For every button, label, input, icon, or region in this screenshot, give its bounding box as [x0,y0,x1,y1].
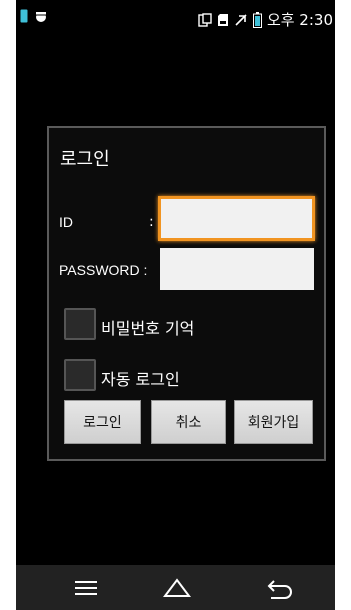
cancel-button[interactable]: 취소 [151,400,226,444]
password-label: PASSWORD : [59,262,148,278]
home-button[interactable] [157,573,197,603]
id-colon: : [149,214,154,230]
dialog-title: 로그인 [60,149,110,170]
android-debug-icon [35,12,47,22]
id-label: ID [59,214,73,230]
signup-button[interactable]: 회원가입 [234,400,313,444]
app-screen: 오후 2:30 로그인 ID : PASSWORD : 비밀번호 기억 자동 로… [16,0,335,610]
screenshot-icon [198,12,212,27]
login-dialog: 로그인 ID : PASSWORD : 비밀번호 기억 자동 로그인 로그인 취… [47,126,326,461]
login-button[interactable]: 로그인 [64,400,141,444]
remember-password-checkbox[interactable] [64,308,96,340]
password-input[interactable] [160,248,314,290]
back-icon [267,580,292,599]
airplane-mode-icon [235,13,247,26]
auto-login-label: 자동 로그인 [101,370,180,389]
sd-card-icon [217,13,228,26]
sim-icon [20,9,28,23]
menu-icon [75,581,97,595]
menu-button[interactable] [66,573,106,603]
back-button[interactable] [260,573,300,603]
status-time: 오후 2:30 [266,11,333,29]
status-bar: 오후 2:30 [16,0,335,35]
auto-login-checkbox[interactable] [64,359,96,391]
id-input[interactable] [158,196,315,241]
remember-password-label: 비밀번호 기억 [101,319,195,338]
home-icon [163,578,191,597]
navigation-bar [16,565,335,610]
battery-icon [252,11,262,28]
